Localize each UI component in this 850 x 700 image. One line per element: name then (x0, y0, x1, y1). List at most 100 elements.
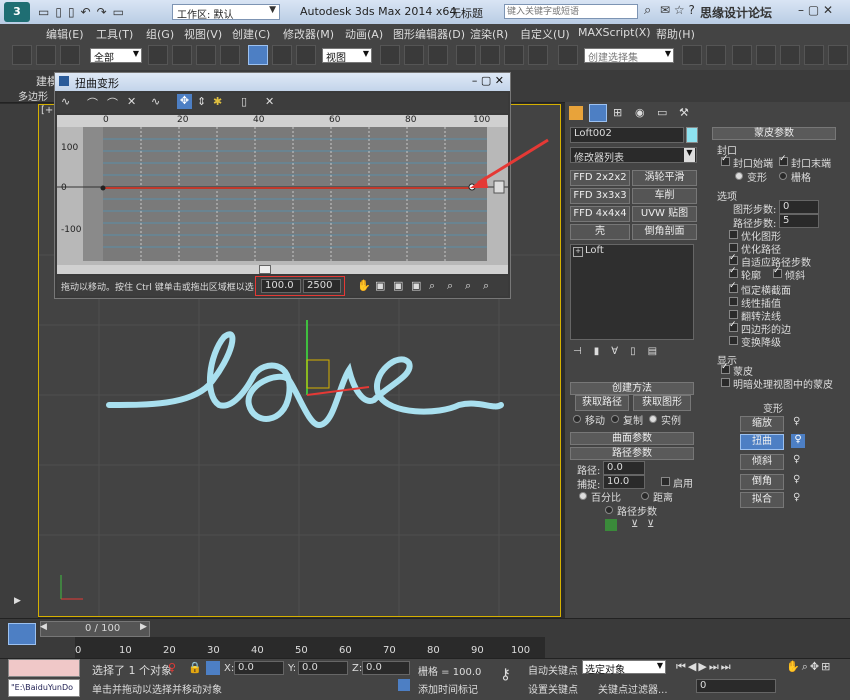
menu-create[interactable]: 创建(C) (232, 26, 270, 42)
lathe-button[interactable]: 车削 (632, 188, 697, 204)
named-selection-dropdown[interactable]: 创建选择集 ▼ (584, 48, 674, 64)
opt-check-0[interactable] (729, 230, 738, 239)
next-shape-icon[interactable]: ⊻ (647, 519, 654, 530)
grid-radio[interactable] (779, 172, 787, 180)
delete-point-icon[interactable]: ▯ (241, 95, 247, 108)
make-unique-icon[interactable]: ∀ (611, 346, 630, 357)
select-icon[interactable] (148, 45, 168, 65)
path-params-header[interactable]: 路径参数 (570, 447, 694, 460)
edit-named-sel-icon[interactable] (558, 45, 578, 65)
abs-mode-icon[interactable] (206, 661, 220, 675)
spinner-snap-icon[interactable] (528, 45, 548, 65)
surface-params-header[interactable]: 曲面参数 (570, 432, 694, 445)
zoom-region-icon[interactable]: ⌕ (465, 279, 471, 293)
path-field[interactable]: 0.0 (603, 461, 645, 475)
ribbon-subtab[interactable]: 多边形 (18, 88, 48, 103)
zoom-horiz-icon[interactable]: ⌕ (447, 279, 453, 293)
move-radio[interactable] (573, 415, 581, 423)
swap-curves-icon[interactable]: ✕ (127, 95, 136, 108)
ffd222-button[interactable]: FFD 2x2x2 (570, 170, 630, 186)
deform-graph[interactable] (57, 115, 508, 265)
rotate-icon[interactable] (272, 45, 292, 65)
opt-check-9[interactable] (729, 336, 738, 345)
twist-light-icon[interactable]: ♀ (791, 434, 805, 448)
ref-coord-dropdown[interactable]: 视图 ▼ (322, 48, 372, 64)
modify-tab-icon[interactable] (589, 104, 607, 122)
copy-radio[interactable] (611, 415, 619, 423)
pick-shape-icon[interactable] (605, 519, 617, 531)
display-curve-icon[interactable]: ⌒ (87, 95, 98, 111)
snap-field[interactable]: 10.0 (603, 475, 645, 489)
menu-rendering[interactable]: 渲染(R) (470, 26, 508, 42)
display-curve2-icon[interactable]: ⌒ (107, 95, 118, 111)
key-icon[interactable]: ⚷ (500, 665, 511, 683)
graph-scrollbar[interactable] (57, 265, 508, 274)
path-steps-field[interactable]: 5 (779, 214, 819, 228)
twist-deform-button[interactable]: 扭曲 (740, 434, 784, 450)
cap-end-checkbox[interactable] (779, 154, 788, 166)
menu-modifiers[interactable]: 修改器(M) (283, 26, 334, 42)
maxscript-line[interactable]: "E:\BaiduYunDo (8, 679, 80, 697)
set-key-label[interactable]: 设置关键点 (528, 681, 578, 696)
x-field[interactable]: 0.0 (234, 661, 284, 675)
zoom-horizontal-icon[interactable]: ▣ (393, 279, 403, 292)
distance-radio[interactable] (641, 492, 649, 500)
y-field[interactable]: 0.0 (298, 661, 348, 675)
make-symmetrical-icon[interactable]: ∿ (61, 95, 70, 108)
scale-light-icon[interactable]: ♀ (793, 416, 800, 427)
manipulate-icon[interactable] (404, 45, 424, 65)
nav-controls[interactable]: ✋⌕✥⊞ (786, 660, 832, 674)
auto-key-label[interactable]: 自动关键点 (528, 662, 578, 677)
percent-radio[interactable] (579, 492, 587, 500)
search-icon[interactable]: ⌕ (644, 3, 651, 18)
menu-tools[interactable]: 工具(T) (96, 26, 133, 42)
select-by-name-icon[interactable] (172, 45, 192, 65)
quick-access-icons[interactable]: ▭▯▯↶↷▭ (38, 5, 168, 19)
workspace-dropdown[interactable]: 工作区: 默认 ▼ (172, 4, 280, 21)
object-color-swatch[interactable] (686, 127, 698, 143)
zoom-vertical-icon[interactable]: ▣ (411, 279, 421, 292)
bind-icon[interactable] (60, 45, 80, 65)
ffd333-button[interactable]: FFD 3x3x3 (570, 188, 630, 204)
menu-help[interactable]: 帮助(H) (656, 26, 695, 42)
shell-button[interactable]: 壳 (570, 224, 630, 240)
key-filters[interactable]: 关键点过滤器... (598, 681, 668, 696)
scale-deform-button[interactable]: 缩放 (740, 416, 784, 432)
pan-icon[interactable]: ✋ (357, 279, 371, 292)
opt-check-4[interactable] (773, 266, 782, 278)
play-icon[interactable]: ▶ (14, 596, 21, 606)
selection-filter-dropdown[interactable]: 全部 ▼ (90, 48, 142, 64)
search-input[interactable] (504, 4, 638, 19)
curve-editor-icon[interactable] (780, 45, 800, 65)
zoom-extents-icon[interactable]: ▣ (375, 279, 385, 292)
opt-check-3[interactable] (729, 266, 738, 278)
uvw-map-button[interactable]: UVW 贴图 (632, 206, 697, 222)
app-logo-icon[interactable]: 3 (4, 2, 30, 22)
skin-checkbox[interactable] (721, 362, 730, 374)
viewport-thumb[interactable] (8, 623, 36, 645)
enable-checkbox[interactable] (661, 477, 670, 486)
create-tab-icon[interactable] (569, 106, 583, 120)
help-icons[interactable]: ✉ ☆ ? (660, 3, 695, 17)
move-icon[interactable] (248, 45, 268, 65)
add-tag-icon[interactable] (398, 679, 410, 691)
fit-light-icon[interactable]: ♀ (793, 492, 800, 503)
frame-field[interactable]: 0 (696, 679, 776, 693)
snap-icon[interactable] (456, 45, 476, 65)
pivot-icon[interactable] (380, 45, 400, 65)
material-editor-icon[interactable] (804, 45, 824, 65)
time-slider-left-icon[interactable]: ◀ (40, 622, 47, 632)
path-steps-radio[interactable] (605, 506, 613, 514)
track-bar[interactable]: 0 10 20 30 40 50 60 70 80 90 100 (75, 637, 545, 659)
scale-icon[interactable] (296, 45, 316, 65)
shape-steps-field[interactable]: 0 (779, 200, 819, 214)
prev-shape-icon[interactable]: ⊻ (631, 519, 638, 530)
instance-radio[interactable] (649, 415, 657, 423)
maxscript-listener[interactable] (8, 659, 80, 677)
bevel-deform-button[interactable]: 倒角 (740, 474, 784, 490)
sel-obj-dropdown[interactable]: 选定对象 ▼ (582, 660, 666, 676)
pin-stack-icon[interactable]: ⊣ (573, 346, 594, 357)
menu-customize[interactable]: 自定义(U) (520, 26, 570, 42)
render-icon[interactable] (828, 45, 848, 65)
window-controls[interactable]: – ▢ ✕ (798, 3, 833, 17)
